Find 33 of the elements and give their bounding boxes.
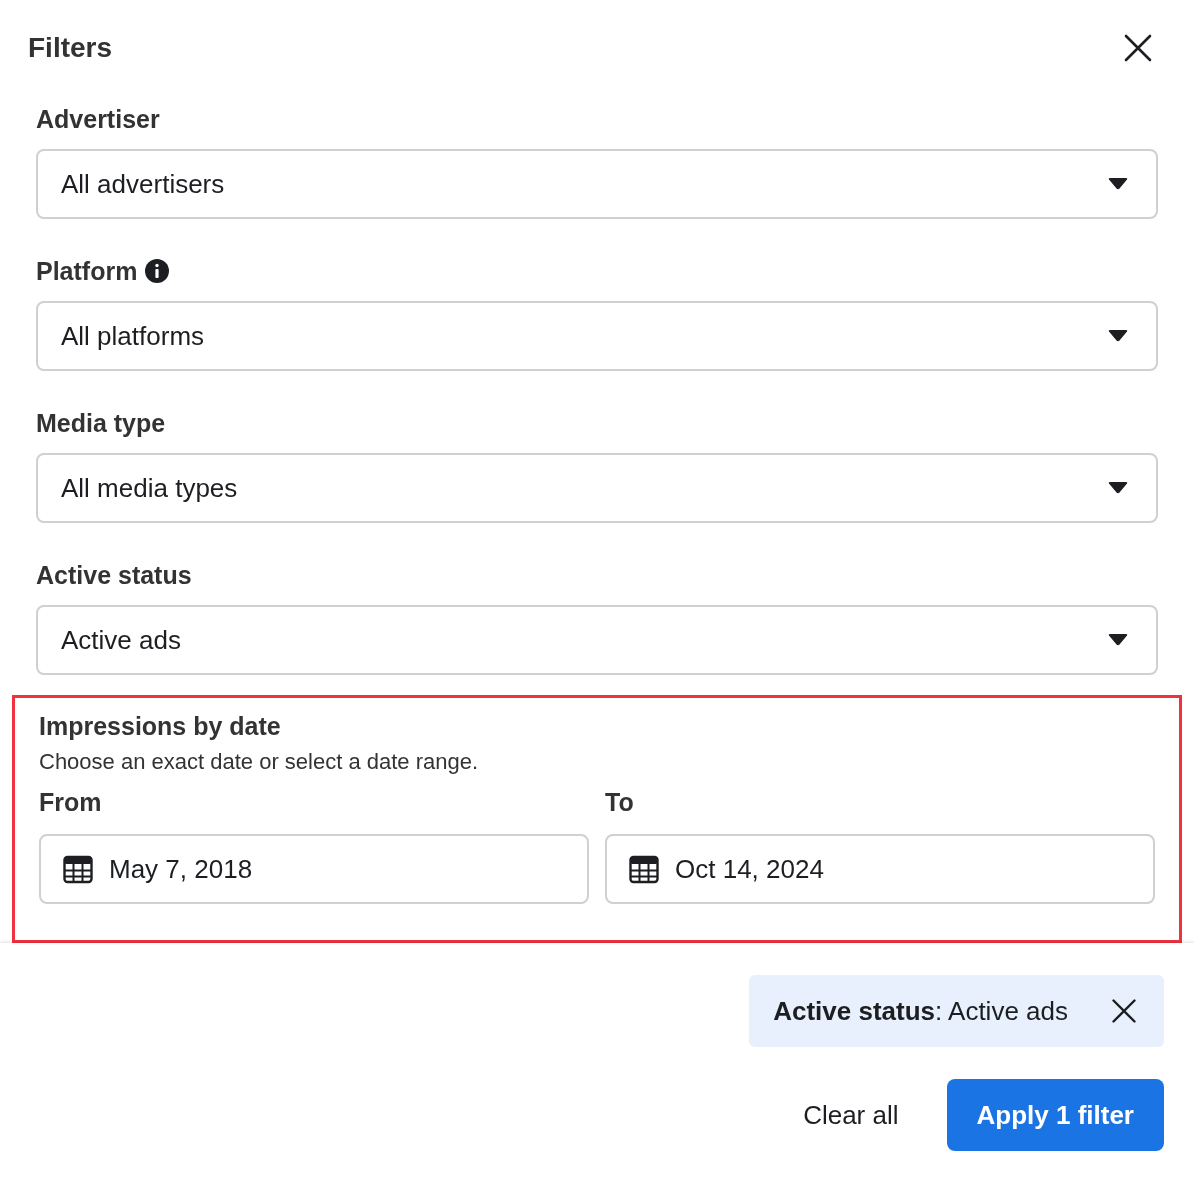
- dropdown-select[interactable]: All media types: [36, 453, 1158, 523]
- info-icon[interactable]: [145, 259, 170, 283]
- date-label: From: [39, 787, 103, 818]
- field-label: Advertiser: [36, 104, 160, 135]
- close-icon[interactable]: [1112, 999, 1136, 1023]
- field-label: Active status: [36, 560, 192, 591]
- apply-button[interactable]: Apply 1 filter: [946, 1079, 1164, 1151]
- caret-icon: [1108, 634, 1128, 646]
- section-title: Impressions by date: [39, 711, 282, 742]
- dropdown-value: Active ads: [61, 624, 181, 656]
- caret-icon: [1108, 178, 1128, 190]
- date-value: May 7, 2018: [109, 853, 253, 885]
- dropdown-select[interactable]: Active ads: [36, 605, 1158, 675]
- caret-icon: [1108, 330, 1128, 342]
- date-field[interactable]: Oct 14, 2024: [605, 834, 1155, 904]
- dropdown-select[interactable]: All platforms: [36, 301, 1158, 371]
- date-value: Oct 14, 2024: [675, 853, 824, 885]
- date-field[interactable]: May 7, 2018: [39, 834, 589, 904]
- section-hint: Choose an exact date or select a date range.: [39, 748, 480, 776]
- caret-icon: [1108, 482, 1128, 494]
- field-label: Platform: [36, 256, 138, 287]
- date-label: To: [605, 787, 635, 818]
- calendar-icon: [63, 854, 93, 884]
- clear-all-button[interactable]: Clear all: [803, 1099, 899, 1131]
- chip-label: Active status: Active ads: [773, 995, 1068, 1027]
- dropdown-value: All media types: [61, 472, 238, 504]
- field-label: Media type: [36, 408, 166, 439]
- close-icon[interactable]: [1124, 34, 1152, 62]
- dialog-title: Filters: [28, 31, 113, 65]
- calendar-icon: [629, 854, 659, 884]
- dropdown-value: All platforms: [61, 320, 205, 352]
- dropdown-value: All advertisers: [61, 168, 225, 200]
- dropdown-select[interactable]: All advertisers: [36, 149, 1158, 219]
